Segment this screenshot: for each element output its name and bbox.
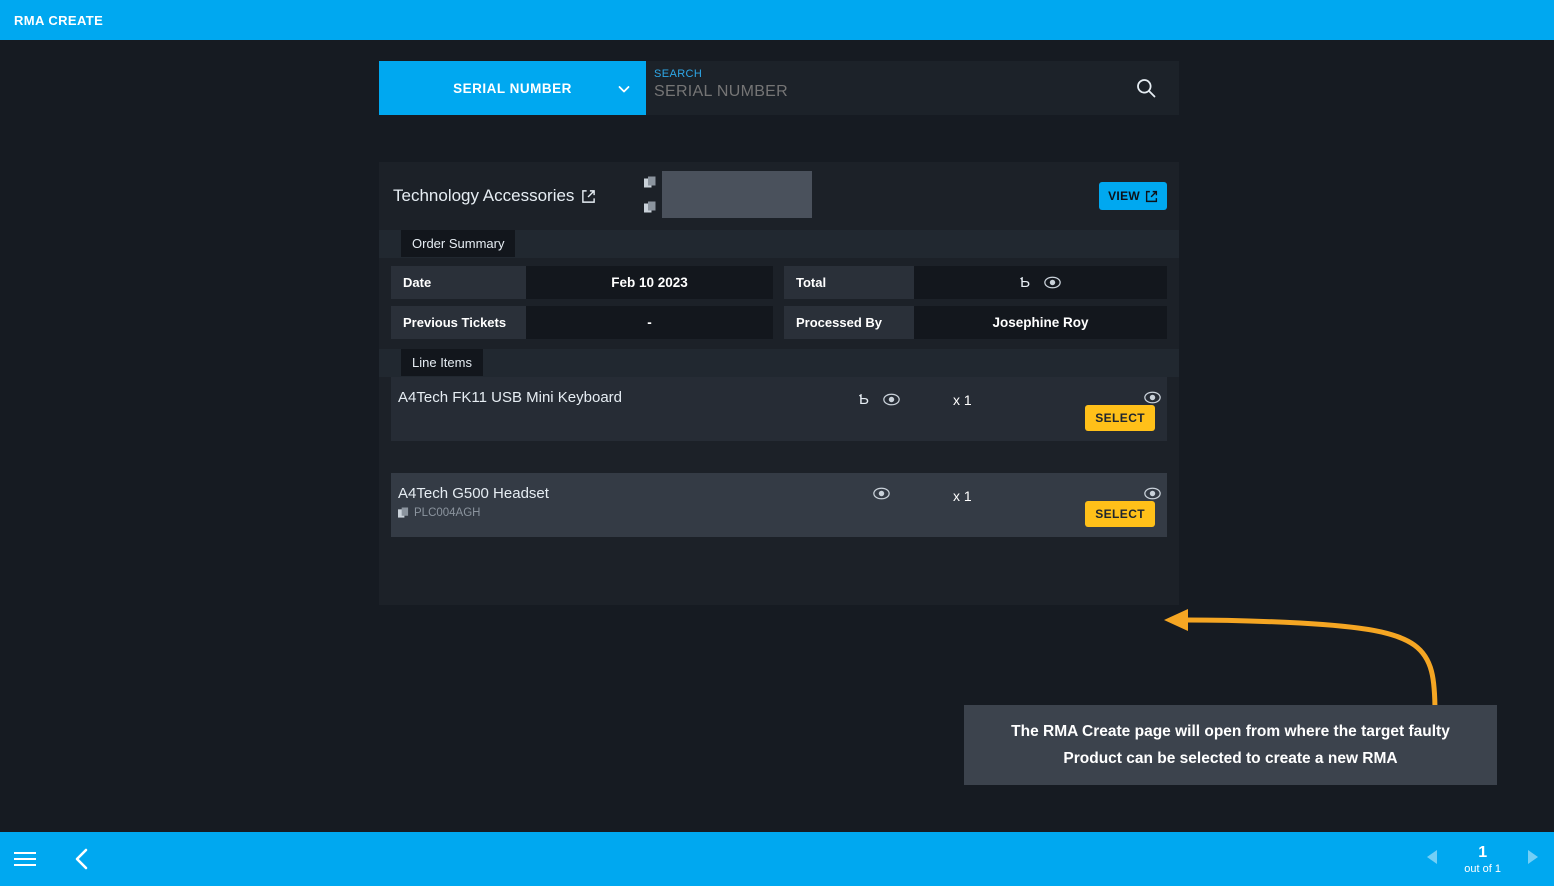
search-field-label: SEARCH [654, 68, 703, 80]
line-item-row[interactable]: A4Tech G500 Headset PLC004AGH x 1 SELECT [391, 473, 1167, 537]
line-item-name: A4Tech FK11 USB Mini Keyboard [398, 389, 622, 406]
page-total: out of 1 [1464, 862, 1501, 875]
eye-icon[interactable] [1144, 391, 1161, 404]
line-item-price: Ƅ [859, 391, 900, 408]
cell-value: Josephine Roy [914, 306, 1167, 339]
search-field-wrapper: SEARCH [646, 61, 1179, 115]
customer-link[interactable]: Technology Accessories [393, 186, 596, 206]
copy-icon[interactable] [644, 201, 656, 214]
copy-icon-group [644, 176, 656, 214]
page-indicator: 1 out of 1 [1464, 844, 1501, 875]
redacted-field-group [644, 171, 812, 218]
annotation-arrow [1164, 609, 1438, 715]
search-input[interactable] [654, 83, 1094, 101]
select-line-item-button[interactable]: SELECT [1085, 501, 1155, 527]
line-item-serial: PLC004AGH [398, 507, 1155, 519]
line-item-quantity: x 1 [953, 392, 972, 408]
view-button-label: VIEW [1108, 189, 1140, 203]
line-item-price [859, 487, 890, 500]
search-type-dropdown[interactable]: SERIAL NUMBER [379, 61, 646, 115]
table-row: Date Feb 10 2023 Total Ƅ [391, 266, 1167, 299]
order-summary-table: Date Feb 10 2023 Total Ƅ Previous Ticket… [379, 258, 1179, 339]
eye-icon[interactable] [883, 393, 900, 406]
currency-glyph: Ƅ [859, 391, 869, 408]
table-row: Previous Tickets - Processed By Josephin… [391, 306, 1167, 339]
order-card: Technology Accessories VIEW Order Summar… [379, 162, 1179, 605]
pagination: 1 out of 1 [1427, 832, 1538, 886]
line-item-row[interactable]: A4Tech FK11 USB Mini Keyboard Ƅ x 1 SELE… [391, 377, 1167, 441]
chevron-down-icon [618, 82, 630, 94]
line-items-section-bar: Line Items [379, 349, 1179, 377]
currency-glyph: Ƅ [1020, 274, 1030, 291]
bottom-app-bar: 1 out of 1 [0, 832, 1554, 886]
select-line-item-button[interactable]: SELECT [1085, 405, 1155, 431]
line-items-title: Line Items [401, 349, 483, 376]
top-app-bar: RMA CREATE [0, 0, 1554, 40]
order-summary-section-bar: Order Summary [379, 230, 1179, 258]
cell-label: Processed By [784, 306, 914, 339]
page-content: SERIAL NUMBER SEARCH Technology Accessor… [0, 40, 1554, 832]
customer-name: Technology Accessories [393, 186, 575, 205]
cell-value: - [526, 306, 773, 339]
line-item-serial-value: PLC004AGH [414, 507, 481, 519]
redacted-value-block [662, 171, 812, 218]
external-link-icon [581, 189, 596, 204]
view-order-button[interactable]: VIEW [1099, 182, 1167, 210]
external-link-icon [1145, 190, 1158, 203]
eye-icon[interactable] [873, 487, 890, 500]
annotation-text: The RMA Create page will open from where… [1011, 722, 1450, 767]
search-icon[interactable] [1135, 77, 1157, 99]
annotation-callout: The RMA Create page will open from where… [964, 705, 1497, 785]
page-number: 1 [1478, 843, 1488, 861]
cell-value-masked: Ƅ [914, 266, 1167, 299]
copy-icon[interactable] [644, 176, 656, 189]
cell-label: Previous Tickets [391, 306, 526, 339]
tag-icon [398, 507, 409, 519]
line-items-list: A4Tech FK11 USB Mini Keyboard Ƅ x 1 SELE… [379, 377, 1179, 537]
order-card-header: Technology Accessories VIEW [379, 162, 1179, 230]
triangle-left-icon[interactable] [1427, 849, 1438, 869]
chevron-left-icon[interactable] [60, 832, 102, 886]
cell-value: Feb 10 2023 [526, 266, 773, 299]
line-item-name: A4Tech G500 Headset [398, 485, 549, 502]
page-title: RMA CREATE [14, 12, 104, 28]
hamburger-menu-icon[interactable] [4, 832, 46, 886]
line-item-quantity: x 1 [953, 488, 972, 504]
search-type-label: SERIAL NUMBER [453, 80, 572, 96]
rma-create-page: RMA CREATE SERIAL NUMBER SEARCH SERIAL N… [0, 0, 1554, 886]
search-bar: SERIAL NUMBER SEARCH [379, 61, 1179, 115]
cell-label: Date [391, 266, 526, 299]
cell-label: Total [784, 266, 914, 299]
eye-icon[interactable] [1044, 276, 1061, 289]
eye-icon[interactable] [1144, 487, 1161, 500]
line-item-separator [391, 441, 1167, 473]
triangle-right-icon[interactable] [1527, 849, 1538, 869]
order-summary-title: Order Summary [401, 230, 516, 257]
